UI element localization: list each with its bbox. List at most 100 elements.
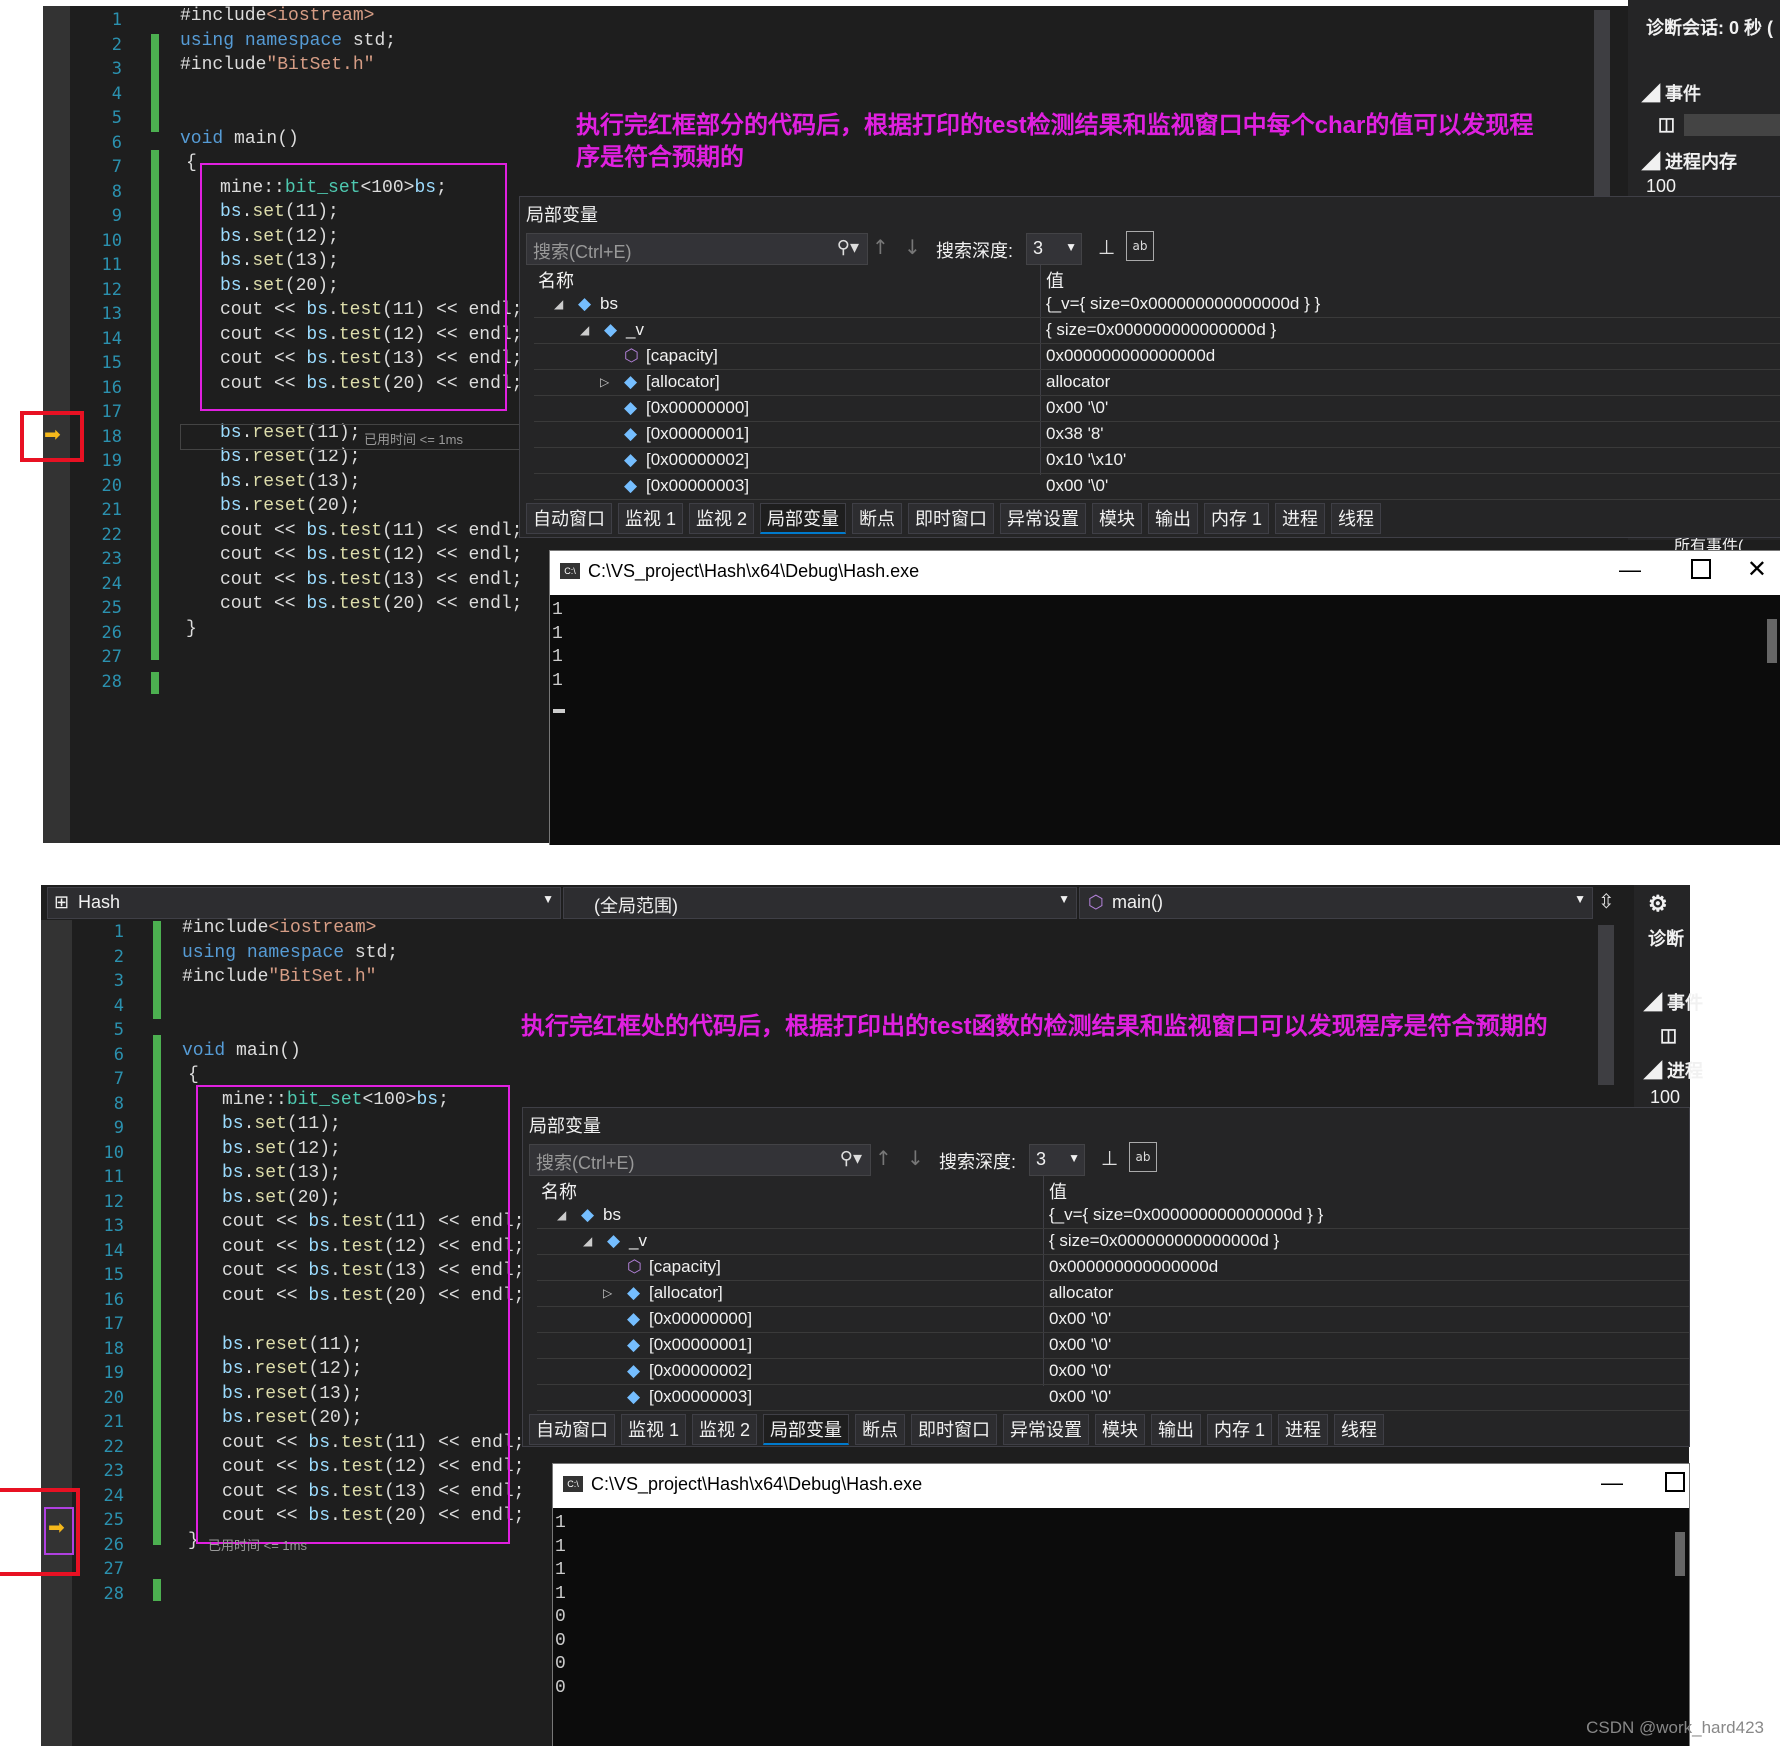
column-header-value[interactable]: 值 [1046,267,1064,293]
code-line[interactable]: cout << bs.test(12) << endl; [220,545,523,565]
locals-row[interactable]: ◢ ◆ bs {_v={ size=0x000000000000000d } } [534,291,1780,318]
arrow-down-icon[interactable]: ↓ [907,1146,924,1170]
tab[interactable]: 输出 [1148,503,1199,534]
tab[interactable]: 局部变量 [763,1414,850,1445]
tab[interactable]: 异常设置 [1000,503,1087,534]
pin-icon[interactable]: ⊥ [1098,235,1115,259]
search-input[interactable]: 搜索(Ctrl+E) ⚲▾ [529,1144,871,1176]
locals-row[interactable]: ▷ ◆ [allocator] allocator [537,1280,1689,1307]
code-line[interactable]: } [186,619,197,639]
expand-icon[interactable]: ◢ [557,1208,566,1222]
expand-icon[interactable]: ◢ [554,297,563,311]
expand-icon[interactable]: ◢ [580,323,589,337]
tab[interactable]: 监视 2 [692,1414,758,1445]
locals-row[interactable]: ▷ ◆ [allocator] allocator [534,369,1780,396]
memory-header[interactable]: ◢ 进程 [1644,1057,1703,1083]
code-line[interactable]: void main() [180,129,299,149]
tab[interactable]: 输出 [1151,1414,1202,1445]
locals-row[interactable]: ◆ [0x00000001] 0x00 '\0' [537,1332,1689,1359]
locals-row[interactable]: ◆ [0x00000001] 0x38 '8' [534,421,1780,448]
column-header-value[interactable]: 值 [1049,1178,1067,1204]
locals-row[interactable]: ◆ [0x00000000] 0x00 '\0' [534,395,1780,422]
code-line[interactable]: { [186,153,197,173]
gear-icon[interactable]: ⚙ [1648,891,1668,917]
locals-row[interactable]: ⬡ [capacity] 0x000000000000000d [534,343,1780,370]
code-line[interactable]: cout << bs.test(13) << endl; [220,570,523,590]
code-line[interactable]: { [188,1065,199,1085]
tab[interactable]: 内存 1 [1204,503,1270,534]
tab[interactable]: 线程 [1331,503,1382,534]
events-header[interactable]: ◢ 事件 [1644,989,1703,1015]
locals-row[interactable]: ◢ ◆ _v { size=0x000000000000000d } [537,1228,1689,1255]
expand-icon[interactable]: ▷ [600,375,609,389]
code-line[interactable]: cout << bs.test(20) << endl; [220,594,523,614]
column-header-name[interactable]: 名称 [538,267,574,293]
scrollbar[interactable] [1594,10,1610,200]
close-icon[interactable]: ✕ [1747,555,1767,584]
tab[interactable]: 即时窗口 [911,1414,998,1445]
tab[interactable]: 自动窗口 [529,1414,615,1445]
arrow-up-icon[interactable]: ↑ [872,235,889,259]
minimize-icon[interactable]: — [1619,557,1641,583]
code-line[interactable]: bs.reset(13); [220,472,360,492]
scope-combo[interactable]: (全局范围) ▼ [563,887,1077,919]
expand-icon[interactable]: ▷ [603,1286,612,1300]
console-scrollbar[interactable] [1767,619,1777,663]
code-line[interactable]: bs.reset(12); [220,447,360,467]
code-line[interactable]: bs.reset(20); [220,496,360,516]
tab[interactable]: 局部变量 [760,503,847,534]
pause-icon[interactable]: ◫ [1660,1025,1677,1046]
maximize-icon[interactable] [1691,559,1711,579]
tab[interactable]: 监视 1 [621,1414,687,1445]
expand-icon[interactable]: ◢ [583,1234,592,1248]
hex-display-icon[interactable]: ab [1126,231,1154,261]
pause-icon[interactable]: ◫ [1658,114,1675,135]
tab[interactable]: 断点 [855,1414,906,1445]
pin-icon[interactable]: ⊥ [1101,1146,1118,1170]
code-line[interactable]: void main() [182,1041,301,1061]
minimize-icon[interactable]: — [1601,1470,1623,1496]
locals-row[interactable]: ⬡ [capacity] 0x000000000000000d [537,1254,1689,1281]
tab[interactable]: 监视 1 [618,503,684,534]
locals-row[interactable]: ◆ [0x00000002] 0x00 '\0' [537,1358,1689,1385]
console-scrollbar[interactable] [1675,1532,1685,1576]
code-line[interactable]: #include<iostream> [180,6,374,26]
code-line[interactable]: #include<iostream> [182,918,376,938]
locals-row[interactable]: ◢ ◆ _v { size=0x000000000000000d } [534,317,1780,344]
depth-select[interactable]: 3 ▼ [1026,233,1082,265]
maximize-icon[interactable] [1665,1472,1685,1492]
arrow-down-icon[interactable]: ↓ [904,235,921,259]
depth-select[interactable]: 3 ▼ [1029,1144,1085,1176]
locals-row[interactable]: ◆ [0x00000003] 0x00 '\0' [534,473,1780,500]
events-header[interactable]: ◢ 事件 [1642,80,1701,106]
locals-row[interactable]: ◆ [0x00000003] 0x00 '\0' [537,1384,1689,1411]
code-line[interactable]: using namespace std; [182,943,398,963]
locals-row[interactable]: ◆ [0x00000002] 0x10 '\x10' [534,447,1780,474]
tab[interactable]: 断点 [852,503,903,534]
tab[interactable]: 自动窗口 [526,503,612,534]
tab[interactable]: 监视 2 [689,503,755,534]
arrow-up-icon[interactable]: ↑ [875,1146,892,1170]
code-line[interactable]: cout << bs.test(11) << endl; [220,521,523,541]
locals-row[interactable]: ◆ [0x00000000] 0x00 '\0' [537,1306,1689,1333]
code-line[interactable]: #include"BitSet.h" [180,55,374,75]
hex-display-icon[interactable]: ab [1129,1142,1157,1172]
tab[interactable]: 异常设置 [1003,1414,1090,1445]
code-line[interactable]: #include"BitSet.h" [182,967,376,987]
tab[interactable]: 内存 1 [1207,1414,1273,1445]
function-combo[interactable]: ⬡ main() ▼ [1079,887,1593,919]
tab[interactable]: 即时窗口 [908,503,995,534]
tab[interactable]: 模块 [1095,1414,1146,1445]
code-line[interactable]: using namespace std; [180,31,396,51]
tab[interactable]: 线程 [1334,1414,1385,1445]
split-icon[interactable]: ⇳ [1598,889,1615,913]
tab[interactable]: 进程 [1278,1414,1329,1445]
locals-row[interactable]: ◢ ◆ bs {_v={ size=0x000000000000000d } } [537,1202,1689,1229]
scrollbar[interactable] [1598,925,1614,1085]
column-header-name[interactable]: 名称 [541,1178,577,1204]
search-input[interactable]: 搜索(Ctrl+E) ⚲▾ [526,233,868,265]
memory-header[interactable]: ◢ 进程内存 [1642,148,1737,174]
tab[interactable]: 进程 [1275,503,1326,534]
tab[interactable]: 模块 [1092,503,1143,534]
project-combo[interactable]: ⊞ Hash ▼ [47,887,561,919]
